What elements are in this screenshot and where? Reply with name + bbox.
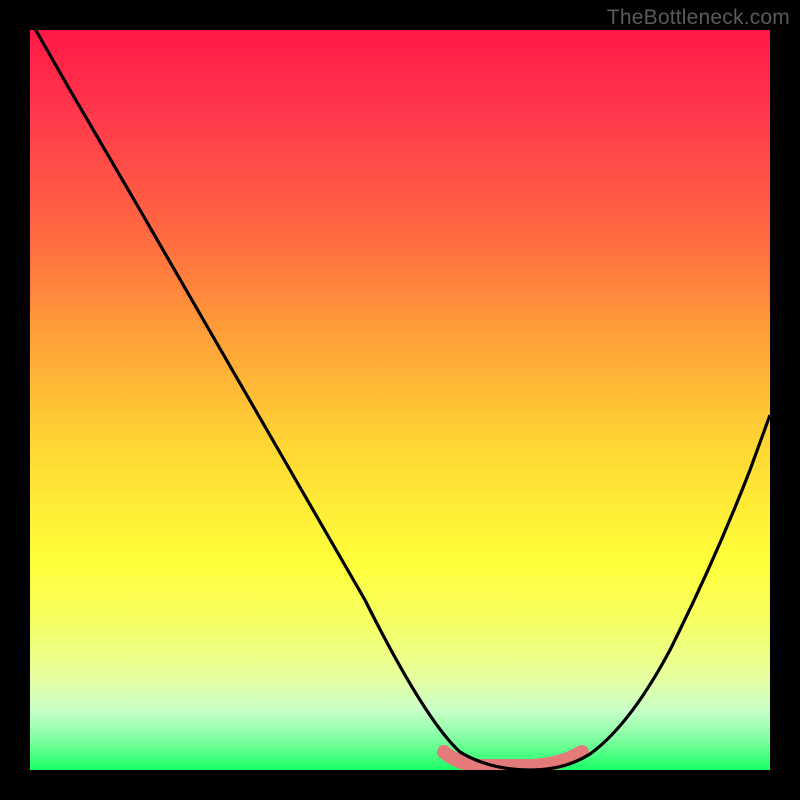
watermark-text: TheBottleneck.com: [607, 6, 790, 30]
chart-frame: TheBottleneck.com: [0, 0, 800, 800]
plot-area: [30, 30, 770, 770]
curve-layer: [30, 30, 770, 770]
bottleneck-curve: [30, 30, 770, 770]
